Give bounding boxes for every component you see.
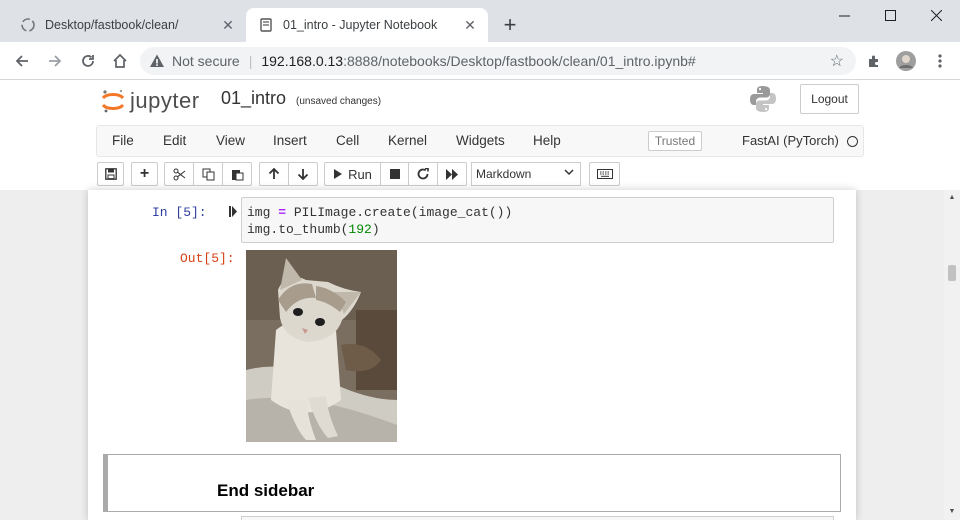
next-code-cell[interactable] <box>241 516 834 520</box>
cut-button[interactable] <box>164 162 194 186</box>
code-input-area[interactable]: img = PILImage.create(image_cat()) img.t… <box>241 197 834 243</box>
reload-icon[interactable] <box>76 49 100 73</box>
interrupt-button[interactable] <box>380 162 409 186</box>
scroll-down-icon[interactable]: ▼ <box>948 508 956 515</box>
extensions-icon[interactable] <box>862 49 886 73</box>
jupyter-favicon-icon <box>20 17 36 33</box>
vertical-scrollbar[interactable]: ▲ ▼ <box>944 190 960 520</box>
menu-file[interactable]: File <box>112 133 134 148</box>
run-label: Run <box>348 166 372 182</box>
cell-type-value: Markdown <box>476 167 532 181</box>
save-button[interactable] <box>97 162 124 186</box>
jupyter-header: jupyter 01_intro (unsaved changes) Logou… <box>0 80 960 190</box>
notebook-favicon-icon <box>258 17 274 33</box>
markdown-cell[interactable]: End sidebar <box>103 454 841 512</box>
code-line-1: img = PILImage.create(image_cat()) <box>247 205 512 220</box>
code-line-2: img.to_thumb(192) <box>247 222 380 237</box>
separator: | <box>248 53 253 69</box>
menu-edit[interactable]: Edit <box>163 133 186 148</box>
browser-toolbar: Not secure | 192.168.0.13 :8888/notebook… <box>0 42 960 80</box>
copy-icon <box>202 168 214 180</box>
new-tab-icon[interactable]: + <box>498 14 522 38</box>
scrollbar-thumb[interactable] <box>948 265 956 281</box>
code-token: img.to_thumb( <box>247 222 349 237</box>
scroll-up-icon[interactable]: ▲ <box>948 194 956 201</box>
cat-output-image <box>246 250 397 442</box>
home-icon[interactable] <box>108 49 132 73</box>
code-token: PILImage.create(image_cat()) <box>286 205 513 220</box>
output-prompt: Out[5]: <box>180 251 235 266</box>
restart-button[interactable] <box>408 162 438 186</box>
copy-button[interactable] <box>193 162 223 186</box>
security-label[interactable]: Not secure <box>172 53 240 69</box>
kernel-name: FastAI (PyTorch) <box>742 133 839 148</box>
restart-run-all-button[interactable] <box>437 162 467 186</box>
forward-icon[interactable] <box>43 49 67 73</box>
tab-desktop-fastbook[interactable]: Desktop/fastbook/clean/ ✕ <box>8 8 246 42</box>
url-path: :8888/notebooks/Desktop/fastbook/clean/0… <box>343 53 696 69</box>
menu-cell[interactable]: Cell <box>336 133 359 148</box>
markdown-heading: End sidebar <box>217 481 315 500</box>
maximize-icon[interactable] <box>867 0 913 30</box>
warning-icon[interactable] <box>148 52 166 70</box>
paste-icon <box>231 169 243 180</box>
close-icon[interactable]: ✕ <box>460 15 480 35</box>
command-palette-button[interactable] <box>589 162 620 186</box>
arrow-down-icon <box>297 169 309 180</box>
restart-icon <box>417 168 429 180</box>
menu-insert[interactable]: Insert <box>273 133 307 148</box>
arrow-up-icon <box>268 168 280 179</box>
window-close-icon[interactable] <box>913 0 959 30</box>
menu-help[interactable]: Help <box>533 133 561 148</box>
python-logo-icon <box>748 84 778 114</box>
menu-view[interactable]: View <box>216 133 245 148</box>
notebook-name[interactable]: 01_intro <box>221 88 286 109</box>
trusted-indicator[interactable]: Trusted <box>648 131 702 151</box>
kernel-status-icon <box>847 136 858 147</box>
tab-title: 01_intro - Jupyter Notebook <box>283 18 438 32</box>
code-token: img <box>247 205 279 220</box>
tab-title: Desktop/fastbook/clean/ <box>45 18 179 32</box>
browser-menu-icon[interactable] <box>928 49 952 73</box>
url-host: 192.168.0.13 <box>261 53 344 69</box>
play-icon <box>334 169 343 179</box>
save-status: (unsaved changes) <box>296 96 382 107</box>
jupyter-logo-icon <box>101 89 125 113</box>
run-button[interactable]: Run <box>324 162 381 186</box>
logout-button[interactable]: Logout <box>800 84 859 114</box>
jupyter-logo-text: jupyter <box>130 88 200 113</box>
code-operator: = <box>278 205 287 220</box>
save-icon <box>104 168 117 180</box>
paste-button[interactable] <box>222 162 252 186</box>
plus-icon: + <box>139 165 150 182</box>
minimize-icon[interactable] <box>821 0 867 30</box>
browser-tab-strip: Desktop/fastbook/clean/ ✕ 01_intro - Jup… <box>0 0 960 42</box>
cell-type-select[interactable]: Markdown <box>471 162 581 186</box>
profile-avatar[interactable] <box>894 49 918 73</box>
code-number: 192 <box>348 222 372 237</box>
insert-cell-button[interactable]: + <box>131 162 158 186</box>
input-prompt: In [5]: <box>152 205 207 220</box>
chevron-down-icon <box>564 167 574 180</box>
bookmark-star-icon[interactable]: ☆ <box>830 51 844 71</box>
menubar: File Edit View Insert Cell Kernel Widget… <box>96 125 864 157</box>
keyboard-icon <box>596 169 613 179</box>
stop-icon <box>389 169 400 179</box>
jupyter-logo[interactable]: jupyter <box>100 86 200 116</box>
close-icon[interactable]: ✕ <box>218 15 238 35</box>
menu-kernel[interactable]: Kernel <box>388 133 427 148</box>
move-up-button[interactable] <box>259 162 289 186</box>
run-cell-icon[interactable] <box>229 206 237 220</box>
code-token: ) <box>371 222 380 237</box>
move-down-button[interactable] <box>288 162 318 186</box>
address-bar[interactable]: Not secure | 192.168.0.13 :8888/notebook… <box>140 47 856 75</box>
back-icon[interactable] <box>10 49 34 73</box>
scissors-icon <box>173 168 185 180</box>
fast-forward-icon <box>445 168 458 180</box>
tab-01-intro[interactable]: 01_intro - Jupyter Notebook ✕ <box>246 8 488 42</box>
menu-widgets[interactable]: Widgets <box>456 133 505 148</box>
